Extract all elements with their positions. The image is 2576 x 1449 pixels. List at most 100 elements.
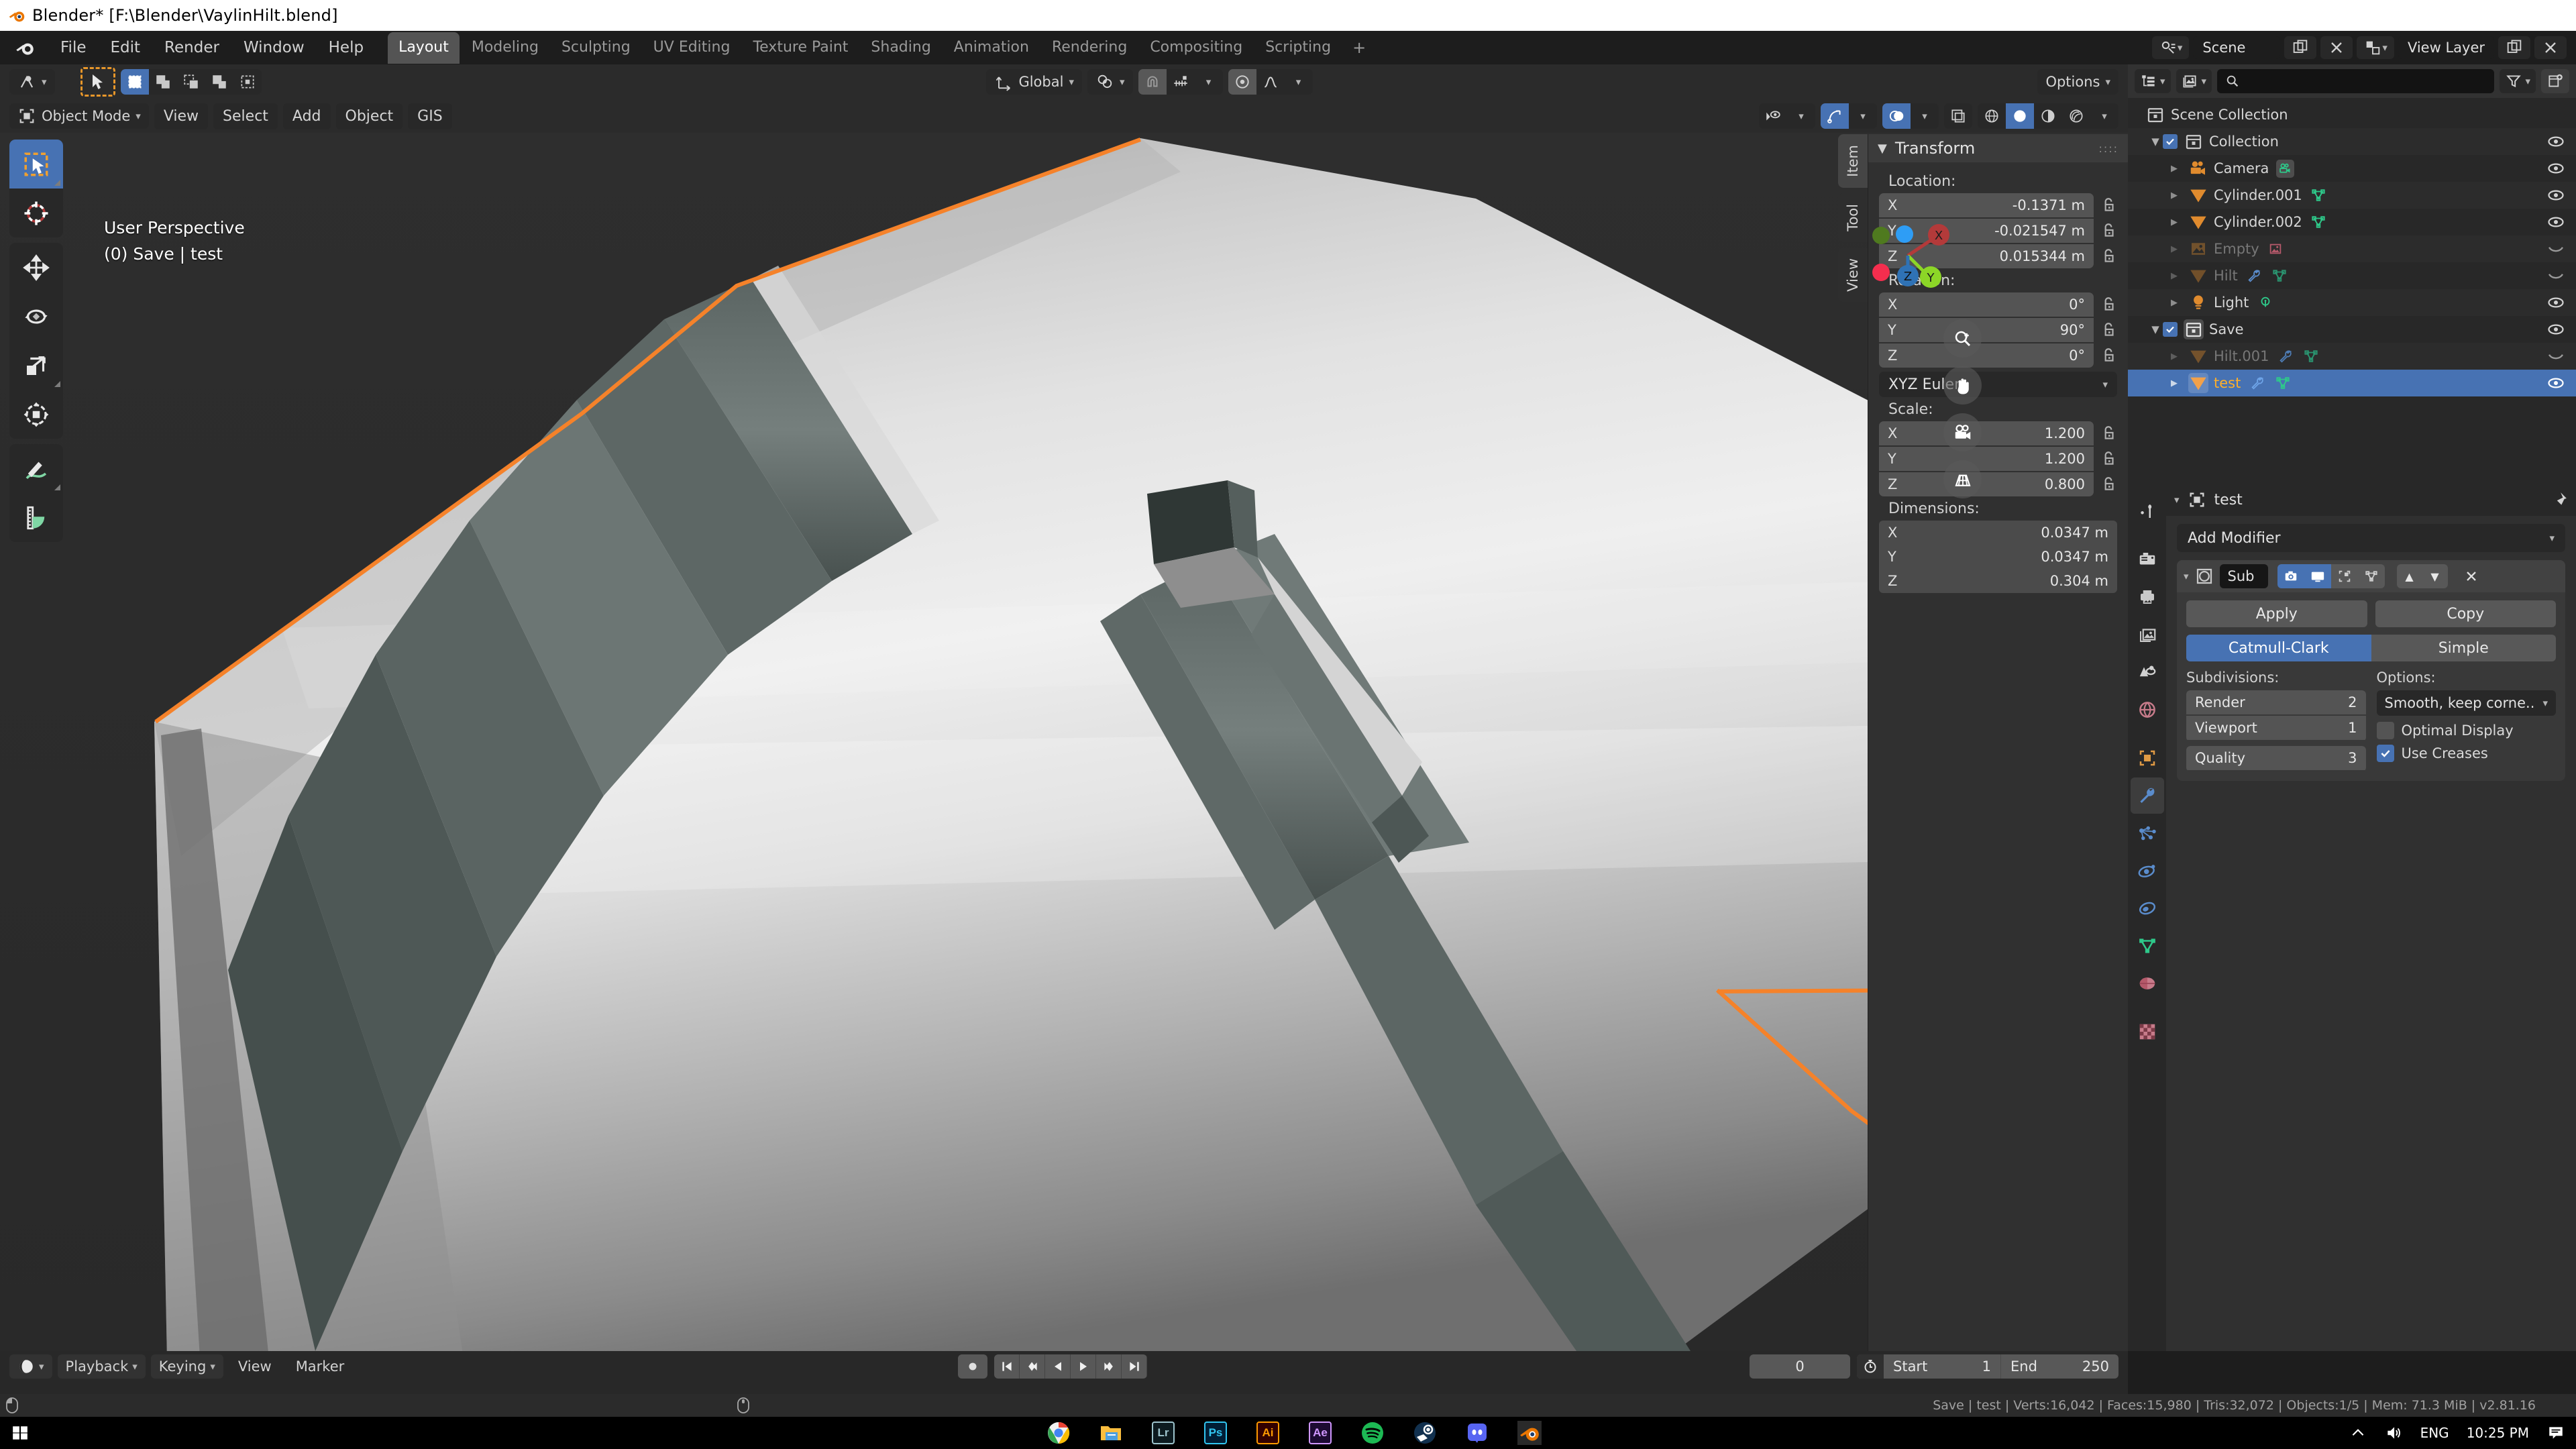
outliner-row-hilt-001[interactable]: ▶ Hilt.001 bbox=[2128, 343, 2576, 370]
modifier-name-field[interactable]: Sub bbox=[2219, 564, 2268, 588]
navigation-gizmo[interactable]: X Y Z bbox=[1866, 222, 1979, 316]
toggle-xray-button[interactable] bbox=[1944, 103, 1972, 129]
delete-scene-button[interactable] bbox=[2320, 36, 2353, 59]
properties-tab-render[interactable] bbox=[2131, 541, 2164, 578]
play-reverse-button[interactable] bbox=[1045, 1354, 1071, 1379]
modifier-viewport-toggle[interactable] bbox=[2304, 564, 2331, 588]
rotation-mode-dropdown[interactable]: XYZ Euler ▾ bbox=[1879, 372, 2117, 397]
modifier-move-up-button[interactable]: ▲ bbox=[2396, 564, 2422, 588]
gizmo-neg-z-ball[interactable] bbox=[1896, 225, 1913, 243]
modifier-on-cage-toggle[interactable] bbox=[2357, 564, 2385, 588]
snapping-group[interactable]: ▾ bbox=[1138, 69, 1223, 95]
visibility-eye-icon[interactable] bbox=[2546, 159, 2565, 178]
location-row-x[interactable]: X -0.1371 m bbox=[1879, 193, 2117, 217]
visibility-eye-icon[interactable] bbox=[2546, 374, 2565, 392]
lock-open-icon[interactable] bbox=[2100, 296, 2117, 313]
disclosure-triangle-icon[interactable]: ▶ bbox=[2167, 241, 2182, 256]
modifier-wrench-icon[interactable] bbox=[2245, 267, 2263, 285]
modifier-display-toggles[interactable] bbox=[2277, 564, 2385, 588]
modifier-delete-button[interactable] bbox=[2460, 568, 2483, 584]
subdivision-type-simple[interactable]: Simple bbox=[2371, 635, 2556, 661]
disclosure-triangle-icon[interactable]: ▶ bbox=[2167, 215, 2182, 229]
modifier-edit-mode-toggle[interactable] bbox=[2330, 564, 2358, 588]
add-modifier-dropdown[interactable]: Add Modifier ▾ bbox=[2177, 524, 2565, 552]
disclosure-triangle-icon[interactable]: ▶ bbox=[2167, 295, 2182, 310]
properties-tab-object[interactable] bbox=[2131, 740, 2164, 776]
light-data-icon[interactable] bbox=[2256, 294, 2274, 312]
view-layer-name-field[interactable]: View Layer bbox=[2398, 36, 2494, 59]
mesh-data-icon[interactable] bbox=[2302, 347, 2320, 366]
object-type-visibility-button[interactable] bbox=[1759, 103, 1787, 129]
properties-tab-texture[interactable] bbox=[2131, 1014, 2164, 1050]
search-input[interactable] bbox=[2246, 73, 2487, 89]
disclosure-triangle-icon[interactable]: ▼ bbox=[2148, 134, 2163, 149]
viewport-options-button[interactable]: Options ▾ bbox=[2037, 69, 2118, 95]
taskbar-icon-photoshop[interactable]: Ps bbox=[1203, 1421, 1228, 1445]
properties-tab-tool[interactable] bbox=[2131, 493, 2164, 529]
current-frame-field[interactable]: 0 bbox=[1750, 1354, 1850, 1379]
menu-render[interactable]: Render bbox=[152, 36, 231, 60]
properties-tab-world[interactable] bbox=[2131, 692, 2164, 728]
taskbar-icon-blender[interactable] bbox=[1517, 1421, 1542, 1445]
tool-cursor[interactable] bbox=[9, 189, 63, 237]
visibility-closed-eye-icon[interactable] bbox=[2546, 347, 2565, 366]
transform-orientation-button[interactable]: Global ▾ bbox=[986, 69, 1082, 95]
play-button[interactable] bbox=[1071, 1354, 1096, 1379]
apply-modifier-button[interactable]: Apply bbox=[2186, 600, 2367, 627]
workspace-tab-layout[interactable]: Layout bbox=[388, 32, 460, 64]
workspace-tab-uv-editing[interactable]: UV Editing bbox=[643, 32, 741, 64]
proportional-editing-group[interactable]: ▾ bbox=[1228, 69, 1313, 95]
taskbar-icon-lightroom[interactable]: Lr bbox=[1151, 1421, 1175, 1445]
pan-view-button[interactable] bbox=[1943, 366, 1982, 405]
outliner-row-light[interactable]: ▶ Light bbox=[2128, 289, 2576, 316]
outliner-row-collection[interactable]: ▼ Collection bbox=[2128, 128, 2576, 155]
taskbar-icon-discord[interactable] bbox=[1465, 1421, 1489, 1445]
mesh-data-icon[interactable] bbox=[2273, 374, 2292, 392]
viewport-menu-object[interactable]: Object bbox=[335, 103, 403, 129]
notifications-icon[interactable] bbox=[2546, 1424, 2565, 1442]
outliner-editor-type-button[interactable]: ▾ bbox=[2135, 69, 2171, 93]
tool-transform[interactable] bbox=[9, 390, 63, 439]
workspace-tab-texture-paint[interactable]: Texture Paint bbox=[742, 32, 859, 64]
volume-icon[interactable] bbox=[2384, 1424, 2403, 1442]
panel-collapse-triangle-icon[interactable]: ▼ bbox=[1878, 142, 1887, 156]
workspace-tab-animation[interactable]: Animation bbox=[943, 32, 1040, 64]
tool-annotate[interactable] bbox=[9, 444, 63, 493]
next-keyframe-button[interactable] bbox=[1096, 1354, 1122, 1379]
editor-type-button[interactable]: ▾ bbox=[9, 69, 55, 95]
viewport-menu-gis[interactable]: GIS bbox=[408, 103, 452, 129]
jump-to-end-button[interactable] bbox=[1122, 1354, 1147, 1379]
outliner-row-cylinder-001[interactable]: ▶ Cylinder.001 bbox=[2128, 182, 2576, 209]
outliner-new-collection-button[interactable] bbox=[2541, 69, 2569, 93]
start-button[interactable] bbox=[0, 1417, 40, 1449]
use-creases-checkbox[interactable] bbox=[2376, 745, 2394, 762]
outliner-search-field[interactable] bbox=[2217, 69, 2495, 93]
select-box-button[interactable] bbox=[120, 69, 149, 95]
image-data-icon[interactable] bbox=[2267, 240, 2285, 258]
shading-dropdown[interactable]: ▾ bbox=[2090, 103, 2118, 129]
taskbar-icon-spotify[interactable] bbox=[1360, 1421, 1385, 1445]
lock-open-icon[interactable] bbox=[2100, 476, 2117, 493]
visibility-eye-icon[interactable] bbox=[2546, 320, 2565, 339]
new-view-layer-button[interactable] bbox=[2498, 36, 2530, 59]
pivot-point-button[interactable]: ▾ bbox=[1087, 69, 1133, 95]
disclosure-triangle-icon[interactable]: ▶ bbox=[2167, 349, 2182, 364]
overlays-dropdown[interactable]: ▾ bbox=[1911, 103, 1939, 129]
taskbar-clock[interactable]: 10:25 PM bbox=[2467, 1425, 2529, 1441]
rotation-row-z[interactable]: Z 0° bbox=[1879, 343, 2117, 368]
viewport-menu-select[interactable]: Select bbox=[213, 103, 278, 129]
outliner-filter-button[interactable]: ▾ bbox=[2500, 69, 2536, 93]
visibility-eye-icon[interactable] bbox=[2546, 293, 2565, 312]
outliner-row-save-collection[interactable]: ▼ Save bbox=[2128, 316, 2576, 343]
show-gizmo-button[interactable] bbox=[1821, 103, 1849, 129]
outliner-row-test[interactable]: ▶ test bbox=[2128, 370, 2576, 396]
npanel-tab-view[interactable]: View bbox=[1838, 247, 1868, 303]
properties-tab-constraints[interactable] bbox=[2131, 890, 2164, 926]
modifier-wrench-icon[interactable] bbox=[2248, 374, 2266, 392]
scene-name-field[interactable]: Scene bbox=[2193, 36, 2281, 59]
frame-end-field[interactable]: End 250 bbox=[2001, 1354, 2118, 1379]
camera-data-icon[interactable] bbox=[2276, 159, 2295, 178]
taskbar-icon-illustrator[interactable]: Ai bbox=[1256, 1421, 1280, 1445]
timeline-menu-marker[interactable]: Marker bbox=[286, 1358, 354, 1375]
lock-open-icon[interactable] bbox=[2100, 450, 2117, 468]
